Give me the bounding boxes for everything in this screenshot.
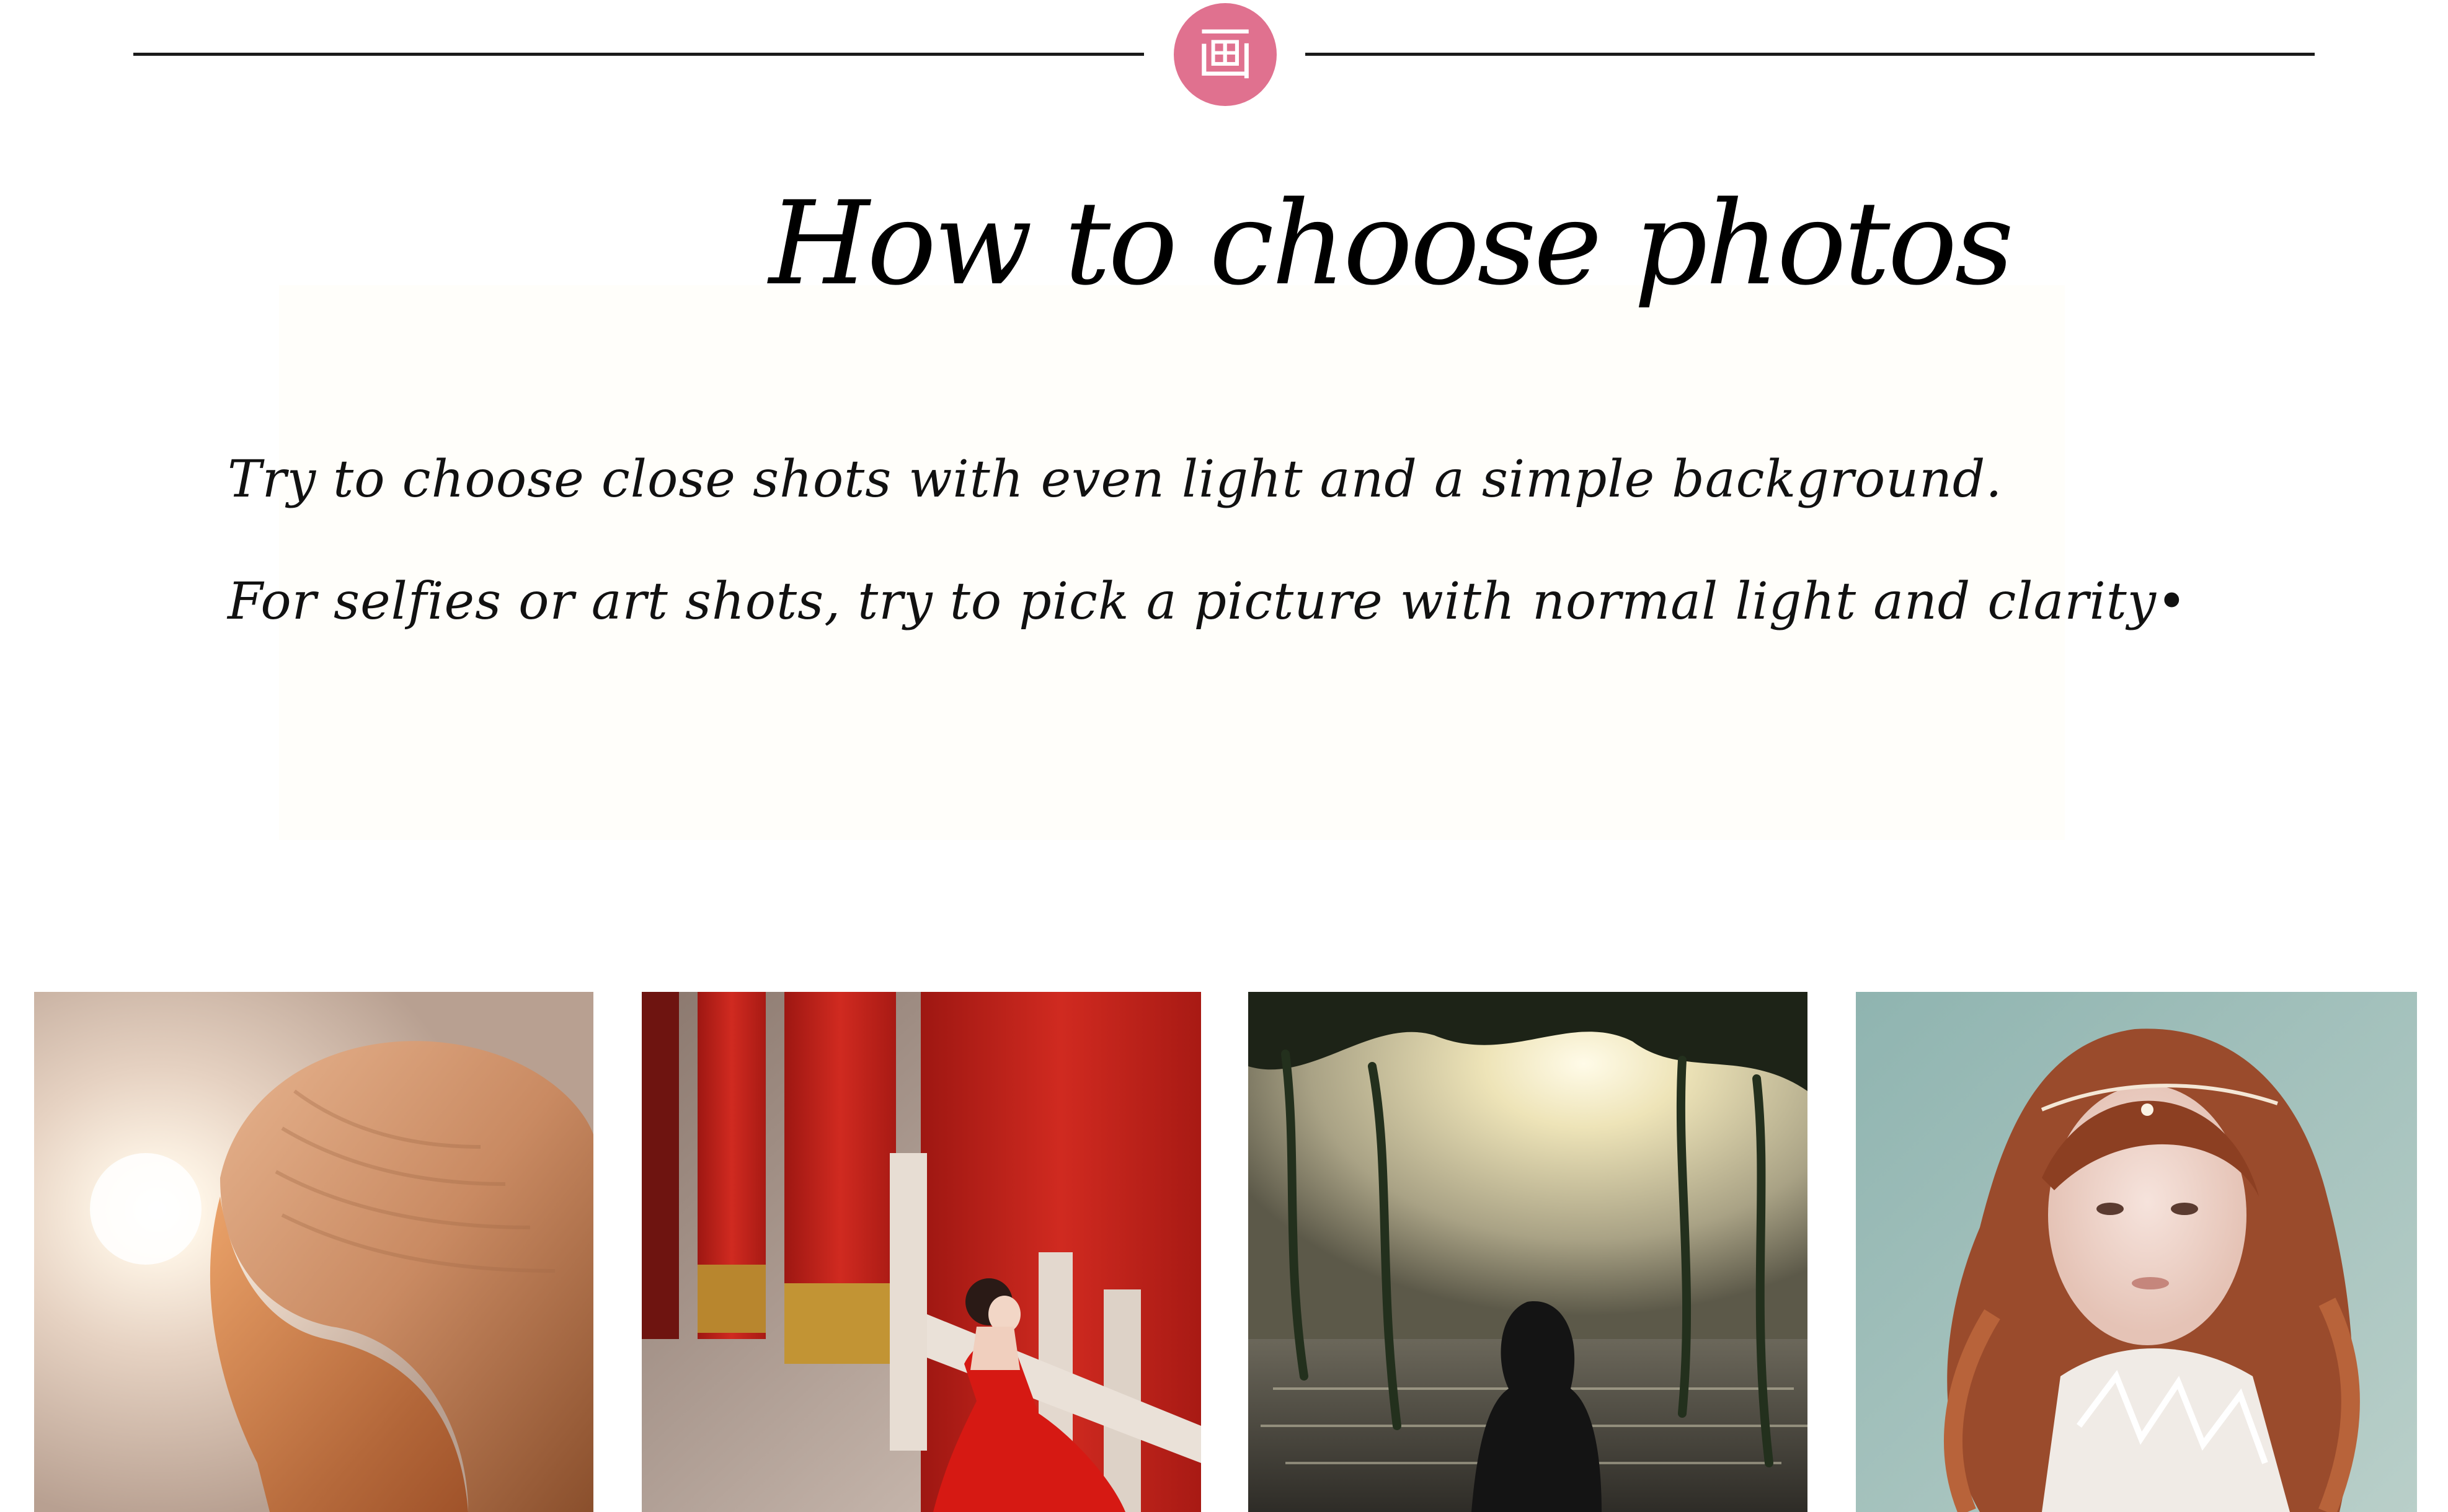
photo-example-4	[1856, 992, 2417, 1512]
header-divider-right	[1305, 53, 2315, 56]
photo-example-1	[34, 992, 593, 1512]
page-title: How to choose photos	[769, 176, 2014, 311]
tip-text-1: Try to choose close shots with even ligh…	[228, 450, 2003, 509]
badge-painting-icon: 画	[1174, 3, 1277, 106]
header-divider-left	[133, 53, 1144, 56]
tip-text-2: For selfies or art shots, try to pick a …	[228, 572, 2188, 631]
photo-example-3	[1248, 992, 1807, 1512]
photo-example-2	[642, 992, 1201, 1512]
text-panel	[279, 285, 2065, 840]
page: 画 How to choose photos Try to choose clo…	[0, 0, 2448, 1512]
